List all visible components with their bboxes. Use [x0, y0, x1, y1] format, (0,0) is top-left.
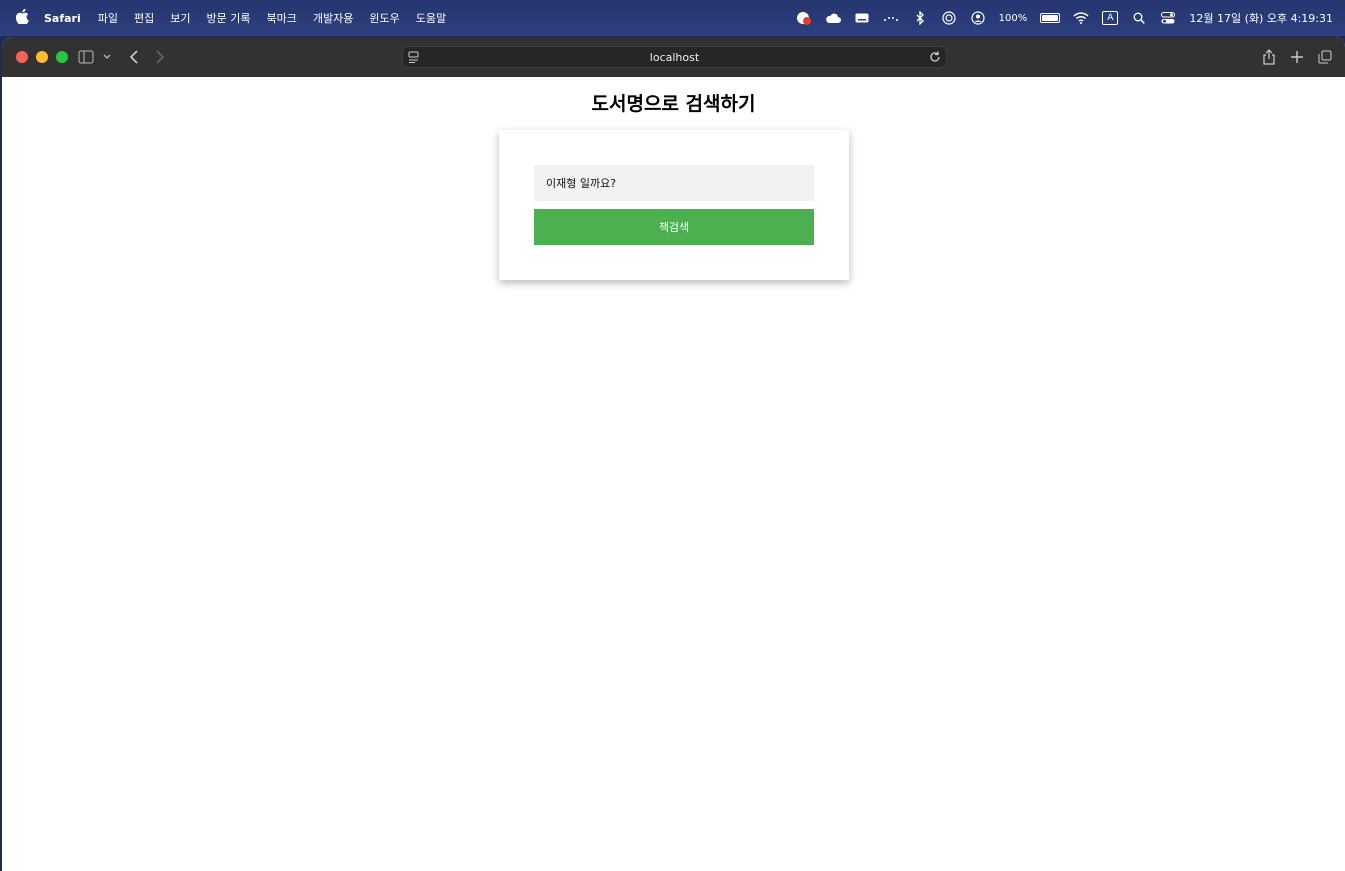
chevron-left-icon [129, 50, 138, 64]
user-icon[interactable] [970, 10, 986, 26]
back-button[interactable] [124, 47, 144, 67]
airdrop-icon[interactable] [941, 10, 957, 26]
search-card: 책검색 [499, 130, 849, 280]
tab-overview-button[interactable] [1315, 47, 1335, 67]
menu-history[interactable]: 방문 기록 [199, 10, 259, 26]
keyboard-icon[interactable] [854, 10, 870, 26]
page-title: 도서명으로 검색하기 [591, 93, 756, 115]
minimize-window-button[interactable] [36, 51, 48, 63]
menu-view[interactable]: 보기 [162, 10, 198, 26]
menu-file[interactable]: 파일 [90, 10, 126, 26]
menu-bookmarks[interactable]: 북마크 [258, 10, 304, 26]
cloud-icon[interactable] [825, 10, 841, 26]
book-search-input[interactable] [534, 165, 814, 201]
bluetooth-icon[interactable] [912, 10, 928, 26]
menu-bar: Safari 파일 편집 보기 방문 기록 북마크 개발자용 윈도우 도움말 1… [0, 0, 1345, 36]
sidebar-icon [78, 50, 111, 64]
menubar-clock[interactable]: 12월 17일 (화) 오후 4:19:31 [1189, 10, 1333, 26]
wifi-icon[interactable] [1073, 10, 1089, 26]
input-mode-indicator[interactable]: A [1102, 11, 1119, 25]
forward-button[interactable] [150, 47, 170, 67]
menu-window[interactable]: 윈도우 [361, 10, 407, 26]
address-text: localhost [649, 50, 700, 64]
browser-window: localhost 도서명으로 검색하기 책검색 [2, 37, 1345, 871]
apple-icon[interactable] [0, 8, 44, 28]
plus-icon [1291, 51, 1303, 63]
zoom-window-button[interactable] [56, 51, 68, 63]
sidebar-toggle-button[interactable] [78, 47, 112, 67]
address-bar[interactable]: localhost [402, 46, 947, 68]
dots-icon[interactable] [883, 10, 899, 26]
reload-icon[interactable] [928, 50, 942, 67]
search-icon[interactable] [1131, 10, 1147, 26]
menu-edit[interactable]: 편집 [126, 10, 162, 26]
battery-percent: 100% [998, 12, 1028, 24]
close-window-button[interactable] [16, 51, 28, 63]
menu-develop[interactable]: 개발자용 [305, 10, 361, 26]
share-button[interactable] [1259, 47, 1279, 67]
page-menu-icon[interactable] [408, 50, 420, 67]
battery-icon[interactable] [1040, 13, 1061, 23]
book-search-button[interactable]: 책검색 [534, 209, 814, 245]
page-content: 도서명으로 검색하기 책검색 [2, 77, 1345, 871]
new-tab-button[interactable] [1287, 47, 1307, 67]
menu-help[interactable]: 도움말 [408, 10, 454, 26]
share-icon [1263, 49, 1275, 65]
menu-app-name[interactable]: Safari [44, 12, 90, 25]
window-controls [16, 51, 68, 63]
control-center-icon[interactable] [1160, 10, 1176, 26]
notification-icon[interactable] [796, 10, 812, 26]
chevron-right-icon [156, 50, 165, 64]
browser-toolbar: localhost [2, 37, 1345, 77]
tabs-icon [1318, 50, 1332, 64]
